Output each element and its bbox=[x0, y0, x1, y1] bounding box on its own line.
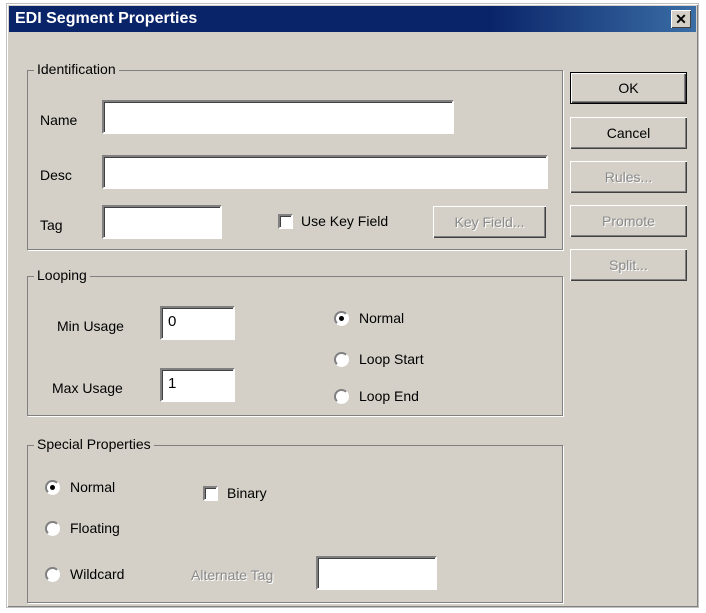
special-normal-label: Normal bbox=[70, 479, 116, 495]
binary-label: Binary bbox=[227, 485, 267, 501]
max-usage-label: Max Usage bbox=[52, 380, 123, 396]
title-bar[interactable]: EDI Segment Properties ✕ bbox=[9, 6, 696, 32]
promote-button[interactable]: Promote bbox=[570, 205, 687, 237]
identification-legend: Identification bbox=[34, 61, 119, 77]
desc-label: Desc bbox=[40, 167, 72, 183]
alternate-tag-input[interactable] bbox=[316, 556, 437, 590]
loop-normal-label: Normal bbox=[359, 310, 405, 326]
loop-end-radio[interactable] bbox=[334, 389, 349, 404]
binary-checkbox[interactable] bbox=[203, 486, 218, 501]
rules-button[interactable]: Rules... bbox=[570, 161, 687, 193]
min-usage-label: Min Usage bbox=[57, 318, 124, 334]
edi-segment-properties-dialog: EDI Segment Properties ✕ Identification … bbox=[6, 3, 699, 608]
special-floating-label: Floating bbox=[70, 520, 120, 536]
looping-legend: Looping bbox=[34, 267, 90, 283]
looping-group: Looping Min Usage 0 Max Usage 1 Normal L… bbox=[27, 267, 563, 416]
max-usage-input[interactable]: 1 bbox=[160, 368, 235, 402]
key-field-button[interactable]: Key Field... bbox=[433, 206, 546, 238]
min-usage-input[interactable]: 0 bbox=[160, 306, 235, 340]
desc-input[interactable] bbox=[102, 155, 548, 189]
special-wildcard-radio[interactable] bbox=[45, 567, 60, 582]
loop-start-radio[interactable] bbox=[334, 352, 349, 367]
special-properties-legend: Special Properties bbox=[34, 436, 154, 452]
identification-group: Identification Name Desc Tag Use Key Fie… bbox=[27, 61, 563, 250]
tag-input[interactable] bbox=[102, 205, 222, 239]
use-key-field-label: Use Key Field bbox=[301, 213, 389, 229]
special-properties-group: Special Properties Normal Floating Wildc… bbox=[27, 436, 563, 603]
special-wildcard-label: Wildcard bbox=[70, 566, 125, 582]
name-label: Name bbox=[40, 112, 78, 128]
special-normal-radio[interactable] bbox=[45, 480, 60, 495]
loop-start-label: Loop Start bbox=[359, 351, 424, 367]
window-title: EDI Segment Properties bbox=[15, 10, 198, 27]
alternate-tag-label: Alternate Tag bbox=[191, 567, 274, 583]
split-button[interactable]: Split... bbox=[570, 249, 687, 281]
name-input[interactable] bbox=[102, 100, 454, 134]
loop-end-label: Loop End bbox=[359, 388, 419, 404]
cancel-button[interactable]: Cancel bbox=[570, 117, 687, 149]
special-floating-radio[interactable] bbox=[45, 521, 60, 536]
close-icon[interactable]: ✕ bbox=[671, 10, 691, 28]
use-key-field-checkbox[interactable] bbox=[278, 214, 293, 229]
tag-label: Tag bbox=[40, 217, 63, 233]
ok-button[interactable]: OK bbox=[570, 72, 687, 104]
loop-normal-radio[interactable] bbox=[334, 311, 349, 326]
